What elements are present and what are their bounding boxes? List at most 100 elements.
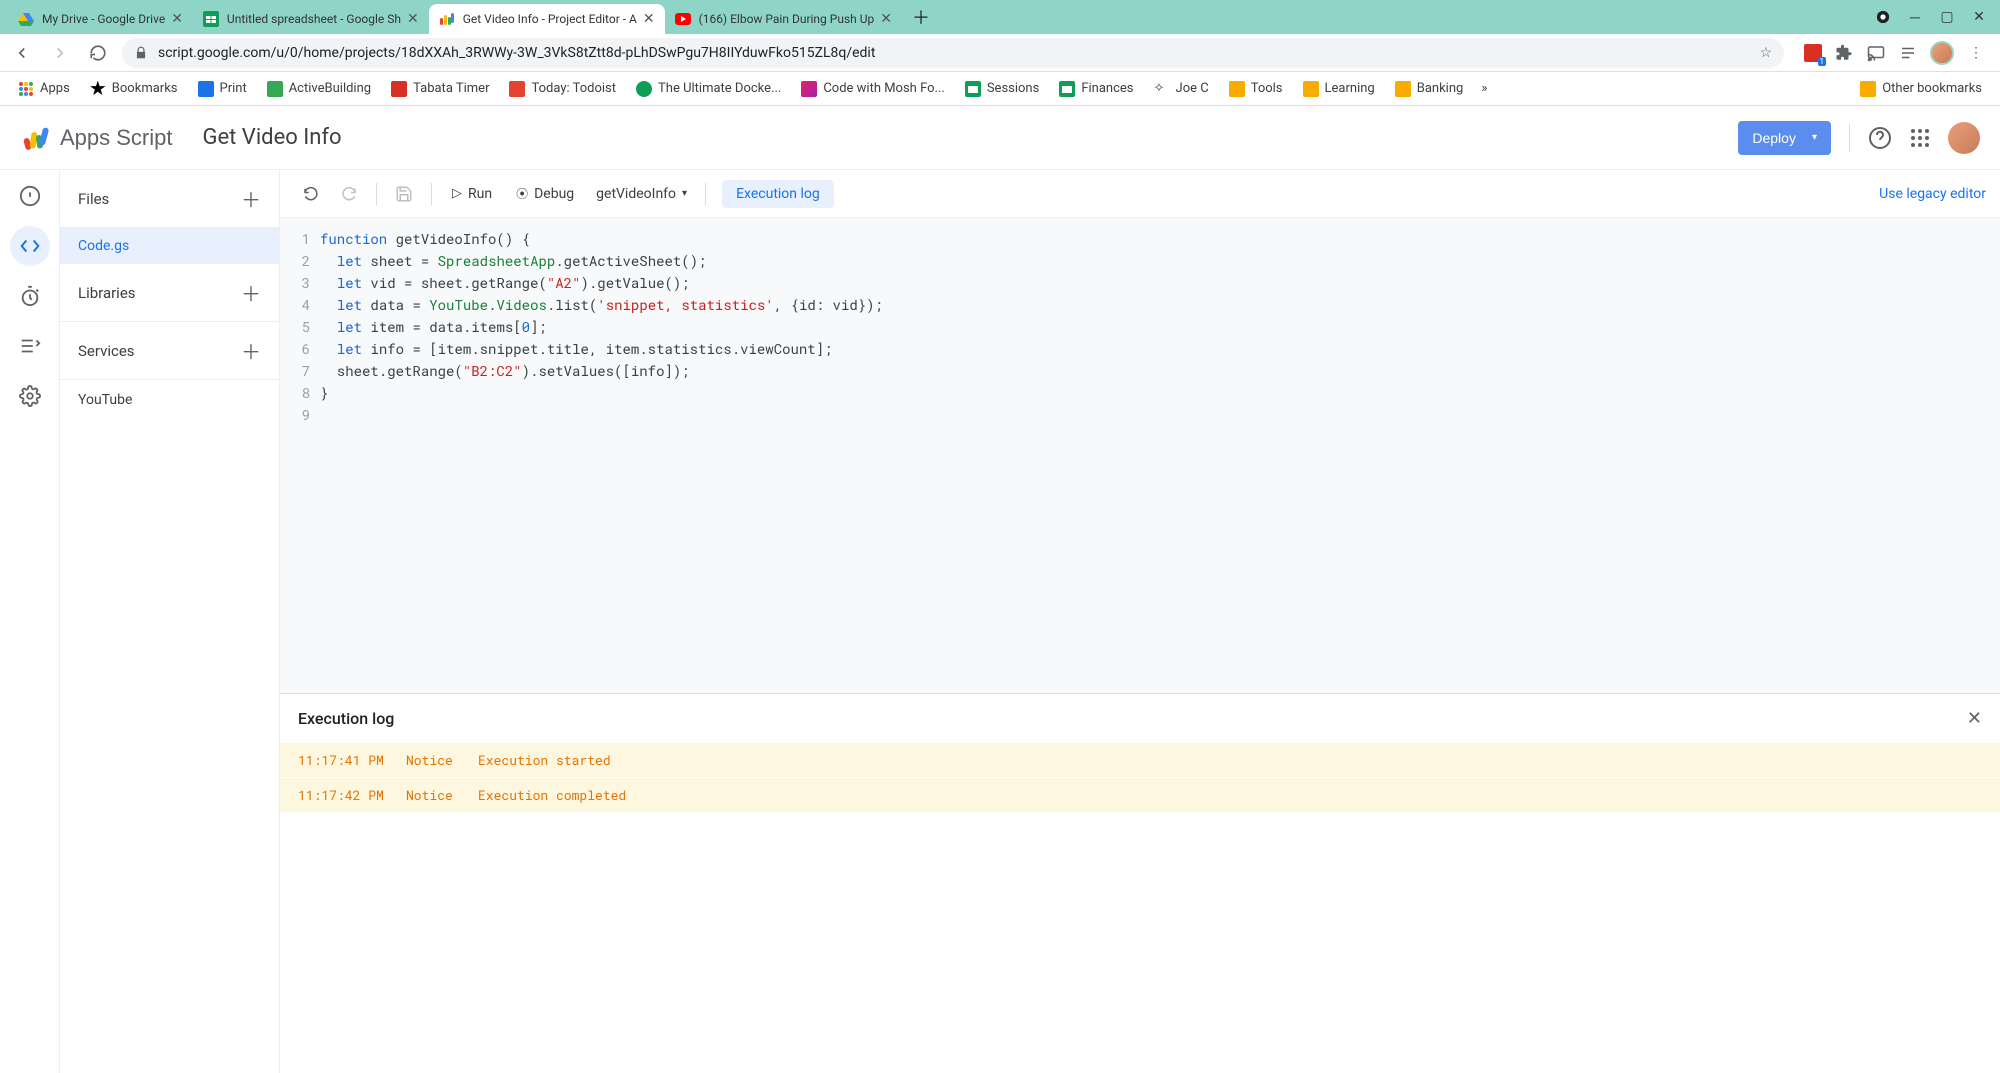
service-item-youtube[interactable]: YouTube	[60, 380, 279, 420]
account-avatar[interactable]	[1948, 122, 1980, 154]
rail-executions-icon[interactable]	[18, 334, 42, 358]
add-library-button[interactable]: ＋	[241, 278, 261, 307]
bookmark-item[interactable]: Banking	[1387, 77, 1472, 101]
project-name[interactable]: Get Video Info	[203, 125, 342, 150]
tab-strip: My Drive - Google Drive✕Untitled spreads…	[0, 0, 2000, 34]
log-row: 11:17:41 PMNoticeExecution started	[280, 743, 2000, 778]
bookmark-favicon	[391, 81, 407, 97]
bookmark-item[interactable]: Today: Todoist	[501, 77, 624, 101]
maximize-button[interactable]: ▢	[1940, 10, 1954, 24]
tab-favicon	[439, 11, 455, 27]
bookmark-label: The Ultimate Docke...	[658, 81, 781, 96]
bookmark-label: Finances	[1081, 81, 1133, 96]
bookmark-item[interactable]: The Ultimate Docke...	[628, 77, 789, 101]
log-row: 11:17:42 PMNoticeExecution completed	[280, 778, 2000, 813]
bookmark-label: Tabata Timer	[413, 81, 489, 96]
extension-icon-1[interactable]: 1	[1804, 44, 1822, 62]
tab-favicon	[18, 11, 34, 27]
chrome-menu-icon[interactable]: ⋮	[1966, 43, 1986, 63]
profile-avatar-small[interactable]	[1930, 41, 1954, 65]
browser-tab[interactable]: Untitled spreadsheet - Google Sh ✕	[193, 4, 429, 34]
log-level: Notice	[406, 751, 460, 769]
deploy-button[interactable]: Deploy	[1738, 121, 1831, 155]
bookmark-label: Print	[220, 81, 247, 96]
bookmark-item[interactable]: Tools	[1221, 77, 1291, 101]
tab-close-button[interactable]: ✕	[407, 11, 419, 27]
files-label: Files	[78, 190, 109, 208]
rail-triggers-icon[interactable]	[18, 284, 42, 308]
save-button[interactable]	[387, 177, 421, 211]
tab-favicon	[675, 11, 691, 27]
function-selector[interactable]: getVideoInfo ▾	[588, 180, 695, 208]
browser-tab[interactable]: Get Video Info - Project Editor - A✕	[429, 4, 665, 34]
rail-settings-icon[interactable]	[18, 384, 42, 408]
redo-button[interactable]	[332, 177, 366, 211]
bookmark-item[interactable]: Sessions	[957, 77, 1048, 101]
editor-area: Run Debug getVideoInfo ▾ Execution log U…	[280, 170, 2000, 1073]
legacy-editor-link[interactable]: Use legacy editor	[1879, 186, 1986, 202]
close-execution-log-button[interactable]: ✕	[1967, 708, 1982, 729]
log-message: Execution started	[478, 751, 611, 769]
reading-list-icon[interactable]	[1898, 43, 1918, 63]
bookmark-item[interactable]: Code with Mosh Fo...	[793, 77, 953, 101]
bookmark-item[interactable]: Tabata Timer	[383, 77, 497, 101]
cast-icon[interactable]	[1866, 43, 1886, 63]
line-gutter: 123456789	[280, 228, 320, 683]
file-item-code-gs[interactable]: Code.gs	[60, 228, 279, 264]
bookmark-bar: Apps Bookmarks Print ActiveBuilding Tabata …	[0, 72, 2000, 106]
bookmark-item[interactable]: Print	[190, 77, 255, 101]
browser-tab[interactable]: My Drive - Google Drive ✕	[8, 4, 193, 34]
star-icon[interactable]: ☆	[1759, 45, 1772, 61]
folder-icon	[1303, 81, 1319, 97]
log-message: Execution completed	[478, 786, 626, 804]
add-file-button[interactable]: ＋	[241, 184, 261, 213]
tab-close-button[interactable]: ✕	[171, 11, 183, 27]
forward-button[interactable]	[46, 39, 74, 67]
browser-tab[interactable]: (166) Elbow Pain During Push Up✕	[665, 4, 902, 34]
execution-log-button[interactable]: Execution log	[722, 180, 834, 208]
bookmark-apps[interactable]: Apps	[10, 77, 78, 101]
address-bar[interactable]: script.google.com/u/0/home/projects/18dX…	[122, 38, 1784, 68]
address-row: script.google.com/u/0/home/projects/18dX…	[0, 34, 2000, 72]
rail-overview-icon[interactable]	[18, 184, 42, 208]
tab-title: Untitled spreadsheet - Google Sh	[227, 12, 401, 26]
close-window-button[interactable]: ✕	[1972, 10, 1986, 24]
bookmark-item[interactable]: ✧Joe C	[1146, 77, 1217, 101]
rail-editor-icon[interactable]	[18, 234, 42, 258]
window-controls: ─ ▢ ✕	[1876, 0, 2000, 34]
add-service-button[interactable]: ＋	[241, 336, 261, 365]
tab-close-button[interactable]: ✕	[880, 11, 892, 27]
bookmark-overflow[interactable]: »	[1475, 81, 1493, 96]
log-time: 11:17:42 PM	[298, 786, 388, 804]
bookmark-label: Joe C	[1176, 81, 1209, 96]
google-apps-icon[interactable]	[1910, 128, 1930, 148]
editor-toolbar: Run Debug getVideoInfo ▾ Execution log U…	[280, 170, 2000, 218]
code-content[interactable]: function getVideoInfo() { let sheet = Sp…	[320, 228, 2000, 683]
brand-text: Apps Script	[60, 125, 173, 151]
undo-button[interactable]	[294, 177, 328, 211]
execution-log-title: Execution log	[298, 709, 394, 728]
new-tab-button[interactable]: ＋	[902, 4, 940, 30]
help-icon[interactable]	[1868, 126, 1892, 150]
folder-icon	[1229, 81, 1245, 97]
tab-favicon	[203, 11, 219, 27]
bookmark-favicon	[509, 81, 525, 97]
bookmark-favicon	[198, 81, 214, 97]
bookmark-item[interactable]: Learning	[1295, 77, 1383, 101]
tab-title: My Drive - Google Drive	[42, 12, 165, 26]
code-editor[interactable]: 123456789 function getVideoInfo() { let …	[280, 218, 2000, 693]
bookmark-item[interactable]: Finances	[1051, 77, 1141, 101]
tab-close-button[interactable]: ✕	[643, 11, 655, 27]
other-bookmarks[interactable]: Other bookmarks	[1852, 77, 1990, 101]
minimize-button[interactable]: ─	[1908, 10, 1922, 24]
toolbar-extensions: 1 ⋮	[1794, 41, 1992, 65]
run-button[interactable]: Run	[442, 180, 502, 208]
extensions-icon[interactable]	[1834, 43, 1854, 63]
debug-button[interactable]: Debug	[506, 179, 584, 208]
chrome-account-icon[interactable]	[1876, 10, 1890, 24]
back-button[interactable]	[8, 39, 36, 67]
reload-button[interactable]	[84, 39, 112, 67]
bookmark-item[interactable]: Bookmarks	[82, 77, 186, 101]
url-text: script.google.com/u/0/home/projects/18dX…	[158, 45, 875, 61]
bookmark-item[interactable]: ActiveBuilding	[259, 77, 379, 101]
